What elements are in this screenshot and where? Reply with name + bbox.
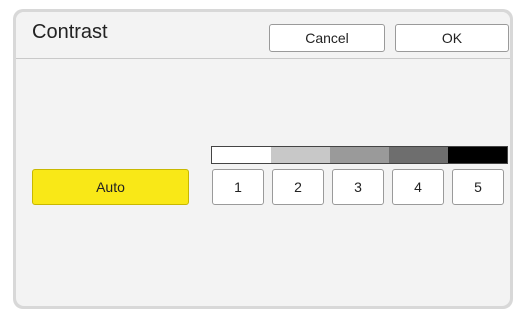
auto-button[interactable]: Auto: [32, 169, 189, 205]
contrast-swatch-3: [330, 147, 389, 163]
dialog-title: Contrast: [32, 21, 108, 43]
contrast-swatch-4: [389, 147, 448, 163]
dialog-frame: Contrast Cancel OK Auto 1 2 3 4 5: [13, 9, 513, 309]
contrast-dialog: Contrast Cancel OK Auto 1 2 3 4 5: [16, 12, 510, 306]
contrast-level-5-button[interactable]: 5: [452, 169, 504, 205]
contrast-swatch-1: [212, 147, 271, 163]
contrast-level-2-button[interactable]: 2: [272, 169, 324, 205]
contrast-level-1-button[interactable]: 1: [212, 169, 264, 205]
dialog-header: Contrast Cancel OK: [16, 12, 510, 59]
cancel-button[interactable]: Cancel: [269, 24, 385, 52]
contrast-gradient-scale: [211, 146, 508, 164]
contrast-swatch-2: [271, 147, 330, 163]
ok-button[interactable]: OK: [395, 24, 509, 52]
contrast-level-3-button[interactable]: 3: [332, 169, 384, 205]
contrast-level-4-button[interactable]: 4: [392, 169, 444, 205]
contrast-swatch-5: [448, 147, 507, 163]
